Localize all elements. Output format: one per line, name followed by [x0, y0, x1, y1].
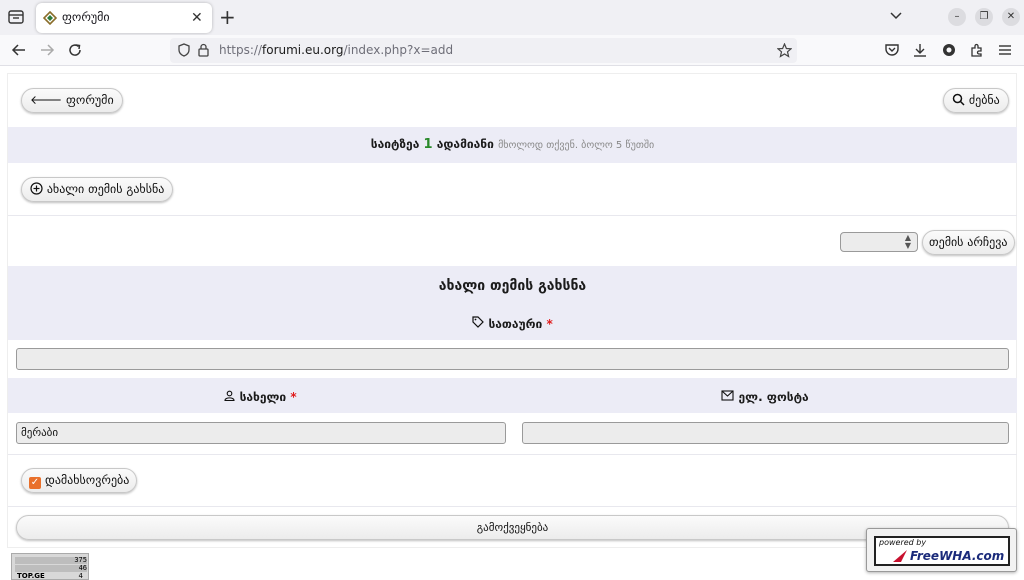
- restore-icon[interactable]: ❐: [975, 8, 993, 26]
- account-globe-icon[interactable]: [941, 42, 957, 58]
- menu-icon[interactable]: [997, 42, 1013, 58]
- powered-by-text: powered by: [879, 538, 927, 547]
- counter-line-1: 375: [15, 557, 87, 564]
- counter-line-2: 46: [15, 565, 87, 572]
- online-users-text: საიტზეა 1 ადამიანი მხოლოდ თქვენ. ბოლო 5 …: [370, 137, 655, 152]
- remember-me-toggle[interactable]: ✓ დამახსოვრება: [21, 468, 138, 493]
- counter-brand: TOP.GE: [17, 572, 45, 580]
- back-arrow-icon[interactable]: [11, 42, 27, 58]
- user-icon: [224, 390, 235, 402]
- tab-close-icon[interactable]: ✕: [191, 9, 203, 27]
- name-label: სახელი *: [8, 390, 513, 404]
- name-input[interactable]: მერაბი: [16, 422, 506, 444]
- divider: [8, 506, 1017, 507]
- email-label: ელ. ფოსტა: [513, 390, 1017, 404]
- extensions-icon[interactable]: [969, 42, 985, 58]
- chevron-down-icon[interactable]: [889, 9, 903, 23]
- forum-page: 🡐 ფორუმი ძებნა საიტზეა 1 ადამიანი მხოლოდ…: [7, 73, 1017, 548]
- forward-arrow-icon[interactable]: [39, 42, 55, 58]
- form-title: ახალი თემის გახსნა: [438, 278, 587, 294]
- tab-list-icon[interactable]: [6, 7, 26, 27]
- bookmark-star-icon[interactable]: [777, 43, 792, 58]
- divider: [8, 215, 1017, 216]
- new-tab-icon[interactable]: +: [219, 6, 236, 28]
- email-input[interactable]: [522, 422, 1009, 444]
- new-topic-button[interactable]: ახალი თემის გახსნა: [21, 177, 174, 202]
- tab-title: ფორუმი: [62, 10, 110, 24]
- pocket-icon[interactable]: [884, 42, 900, 58]
- powered-by-badge[interactable]: powered by FreeWHA.com: [866, 528, 1017, 572]
- topic-select[interactable]: ▲ ▼: [840, 232, 918, 252]
- subject-label: სათაური *: [8, 316, 1017, 331]
- powered-by-logo: FreeWHA.com: [910, 549, 1005, 563]
- tab-bar: ფორუმი ✕ + – ❐ ✕: [0, 0, 1024, 35]
- powered-by-frame: powered by FreeWHA.com: [874, 536, 1010, 566]
- choose-topic-button[interactable]: თემის არჩევა: [922, 230, 1015, 255]
- browser-tab[interactable]: ფორუმი ✕: [36, 3, 212, 33]
- download-icon[interactable]: [912, 42, 928, 58]
- tag-icon: [472, 316, 485, 328]
- back-to-forum-button[interactable]: 🡐 ფორუმი: [21, 88, 123, 113]
- freewha-logo-icon: [893, 550, 907, 562]
- reload-icon[interactable]: [67, 42, 83, 58]
- envelope-icon: [721, 390, 734, 401]
- submit-button[interactable]: გამოქვეყნება: [16, 515, 1009, 540]
- forum-favicon-icon: [43, 11, 57, 25]
- lock-icon[interactable]: [197, 43, 210, 57]
- search-button[interactable]: ძებნა: [943, 88, 1009, 113]
- top-ge-counter-badge[interactable]: 375 46 TOP.GE 4: [11, 553, 89, 580]
- divider: [8, 454, 1017, 455]
- address-bar[interactable]: https://forumi.eu.org/index.php?x=add: [170, 38, 797, 63]
- plus-circle-icon: [30, 182, 43, 195]
- subject-input[interactable]: [16, 348, 1009, 370]
- shield-icon[interactable]: [177, 43, 191, 57]
- counter-line-3: 4: [78, 572, 83, 580]
- search-icon: [952, 93, 965, 106]
- arrow-left-icon: 🡐: [30, 93, 63, 107]
- checkbox-checked-icon[interactable]: ✓: [29, 477, 41, 489]
- minimize-icon[interactable]: –: [948, 8, 966, 26]
- close-window-icon[interactable]: ✕: [1002, 8, 1020, 26]
- url-text: https://forumi.eu.org/index.php?x=add: [219, 43, 454, 57]
- select-arrows-icon: ▲ ▼: [904, 233, 911, 250]
- navigation-bar: https://forumi.eu.org/index.php?x=add: [0, 35, 1024, 66]
